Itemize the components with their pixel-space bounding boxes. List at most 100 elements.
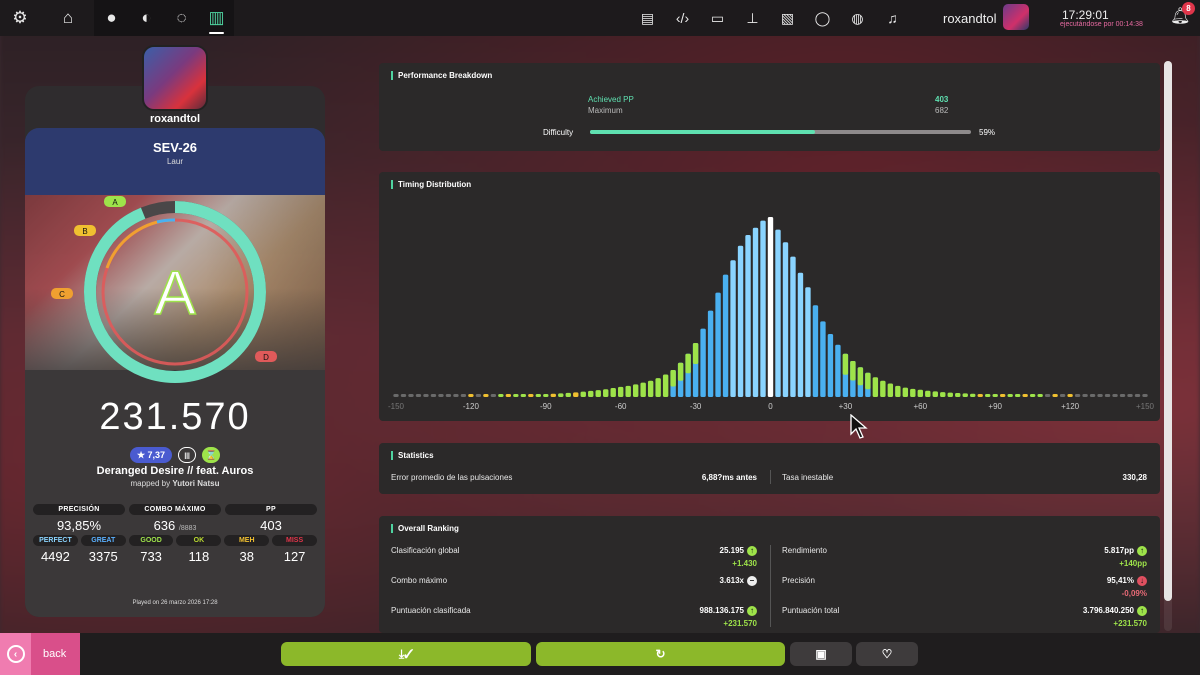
histogram-bar bbox=[805, 287, 811, 397]
histogram-bar bbox=[580, 391, 586, 397]
wiki-icon[interactable]: ▭ bbox=[700, 0, 735, 36]
rank-b-label: B bbox=[82, 227, 87, 236]
histogram-bar bbox=[573, 392, 579, 397]
histogram-bar bbox=[880, 380, 886, 397]
histogram-bar bbox=[955, 393, 961, 397]
histogram-bar bbox=[985, 394, 991, 397]
ur-value: 330,28 bbox=[1122, 473, 1147, 482]
judge-value: 733 bbox=[140, 549, 162, 564]
accuracy-delta: -0,09% bbox=[1121, 589, 1147, 598]
histogram-bar bbox=[1104, 394, 1111, 397]
player-username[interactable]: roxandtol bbox=[125, 113, 225, 125]
stat-value: 403 bbox=[260, 518, 282, 533]
accuracy-value: 95,41% ↓ bbox=[1019, 576, 1147, 586]
panel-title: Statistics bbox=[391, 451, 434, 460]
toolbar-avatar[interactable] bbox=[1003, 4, 1029, 30]
panel-title: Overall Ranking bbox=[391, 524, 459, 533]
heart-icon: ♡ bbox=[881, 647, 893, 661]
judge-value: 118 bbox=[188, 549, 210, 564]
histogram-bar bbox=[520, 394, 527, 397]
judge-label: PERFECT bbox=[33, 535, 78, 546]
histogram-bar-segment bbox=[857, 367, 864, 386]
chat-icon[interactable]: ◯ bbox=[805, 0, 840, 36]
retry-icon: ↻ bbox=[655, 647, 666, 661]
histogram-bar bbox=[932, 391, 938, 397]
osu-icon[interactable]: ● bbox=[94, 0, 129, 36]
histogram-bar bbox=[812, 305, 819, 397]
maximum-pp-value: 682 bbox=[935, 106, 949, 115]
arrow-up-icon: ↑ bbox=[747, 546, 757, 556]
judge-label: GOOD bbox=[128, 535, 174, 546]
grade-letter: A bbox=[154, 259, 196, 328]
histogram-bar bbox=[490, 394, 497, 397]
histogram-bar bbox=[618, 386, 624, 397]
histogram-bar-segment bbox=[692, 343, 699, 364]
scrollbar[interactable] bbox=[1164, 61, 1172, 631]
arrow-up-icon: ↑ bbox=[1137, 606, 1147, 616]
panel-title: Performance Breakdown bbox=[391, 71, 492, 80]
statistics-panel: Statistics Error promedio de las pulsaci… bbox=[379, 443, 1160, 494]
stat-value: 93,85% bbox=[56, 518, 102, 533]
favourite-button[interactable]: ♡ bbox=[856, 642, 918, 666]
news-icon[interactable]: ▤ bbox=[630, 0, 665, 36]
histogram-bar bbox=[1059, 394, 1066, 397]
histogram-bar bbox=[475, 394, 482, 397]
code-icon[interactable]: ‹/› bbox=[665, 0, 700, 36]
catch-icon[interactable]: ◌ bbox=[164, 0, 199, 36]
performance-panel: Performance Breakdown Achieved PP 403 Ma… bbox=[379, 63, 1160, 151]
ranked-score-label: Puntuación clasificada bbox=[391, 606, 471, 615]
retry-button[interactable]: ↻ bbox=[536, 642, 785, 666]
divider bbox=[770, 470, 771, 484]
difficulty-bar-fill bbox=[590, 130, 815, 134]
histogram-bar bbox=[872, 377, 879, 397]
histogram-bar bbox=[1022, 394, 1028, 397]
histogram-bar bbox=[1134, 394, 1141, 397]
global-rank-value: 25.195 ↑ bbox=[629, 546, 757, 556]
histogram-bar bbox=[632, 384, 639, 397]
histogram-bar bbox=[722, 274, 729, 397]
no-change-icon: – bbox=[747, 576, 757, 586]
histogram-bar bbox=[797, 272, 804, 397]
judge-value: 38 bbox=[239, 549, 254, 564]
download-button[interactable]: ⤓✓ bbox=[281, 642, 531, 666]
toolbar-right-icons: ▤ ‹/› ▭ ⊥ ▧ ◯ ◍ ♫ bbox=[630, 0, 910, 36]
histogram-bar bbox=[790, 256, 796, 397]
histogram-bar bbox=[1142, 394, 1148, 397]
histogram-bar bbox=[1082, 394, 1088, 397]
star-rating[interactable]: ★ 7,37 bbox=[129, 447, 173, 463]
histogram-bar-segment bbox=[865, 372, 871, 390]
max-combo-label: Combo máximo bbox=[391, 576, 448, 585]
back-label[interactable]: back bbox=[43, 648, 66, 660]
histogram-bar bbox=[498, 394, 504, 397]
changelog-icon[interactable]: ▧ bbox=[770, 0, 805, 36]
accuracy-label: Precisión bbox=[782, 576, 815, 585]
histogram-bar bbox=[1037, 394, 1043, 397]
judgement-counts: PERFECT 4492 GREAT 3375 GOOD 733 OK 118 MEH 3… bbox=[33, 535, 317, 564]
back-button-icon-area[interactable]: ‹ bbox=[0, 633, 31, 675]
collection-button[interactable]: ▣ bbox=[790, 642, 852, 666]
histogram-bar bbox=[752, 227, 759, 397]
hierarchy-icon[interactable]: ⊥ bbox=[735, 0, 770, 36]
histogram-bar bbox=[902, 387, 909, 397]
histogram-bar-segment bbox=[677, 362, 684, 381]
histogram-bar bbox=[947, 392, 953, 397]
histogram-tick-label: +150 bbox=[1136, 402, 1155, 411]
scrollbar-thumb[interactable] bbox=[1164, 61, 1172, 601]
taiko-icon[interactable]: ◐ bbox=[129, 0, 164, 36]
histogram-bar bbox=[400, 394, 407, 397]
histogram-bar bbox=[535, 394, 542, 397]
home-icon[interactable]: ⌂ bbox=[48, 0, 88, 36]
histogram-bar bbox=[1119, 394, 1126, 397]
mania-icon[interactable]: ▥ bbox=[199, 0, 234, 36]
total-score-label: Puntuación total bbox=[782, 606, 840, 615]
gear-icon[interactable]: ⚙ bbox=[0, 0, 40, 36]
stat-pp: PP 403 bbox=[225, 504, 317, 533]
divider bbox=[770, 545, 771, 627]
histogram-tick-label: 0 bbox=[768, 402, 773, 411]
ranked-score-delta: +231.570 bbox=[723, 619, 757, 628]
player-avatar[interactable] bbox=[142, 45, 208, 111]
globe-icon[interactable]: ◍ bbox=[840, 0, 875, 36]
judge-ok: OK 118 bbox=[176, 535, 222, 564]
toolbar-username[interactable]: roxandtol bbox=[943, 11, 996, 26]
music-icon[interactable]: ♫ bbox=[875, 0, 910, 36]
